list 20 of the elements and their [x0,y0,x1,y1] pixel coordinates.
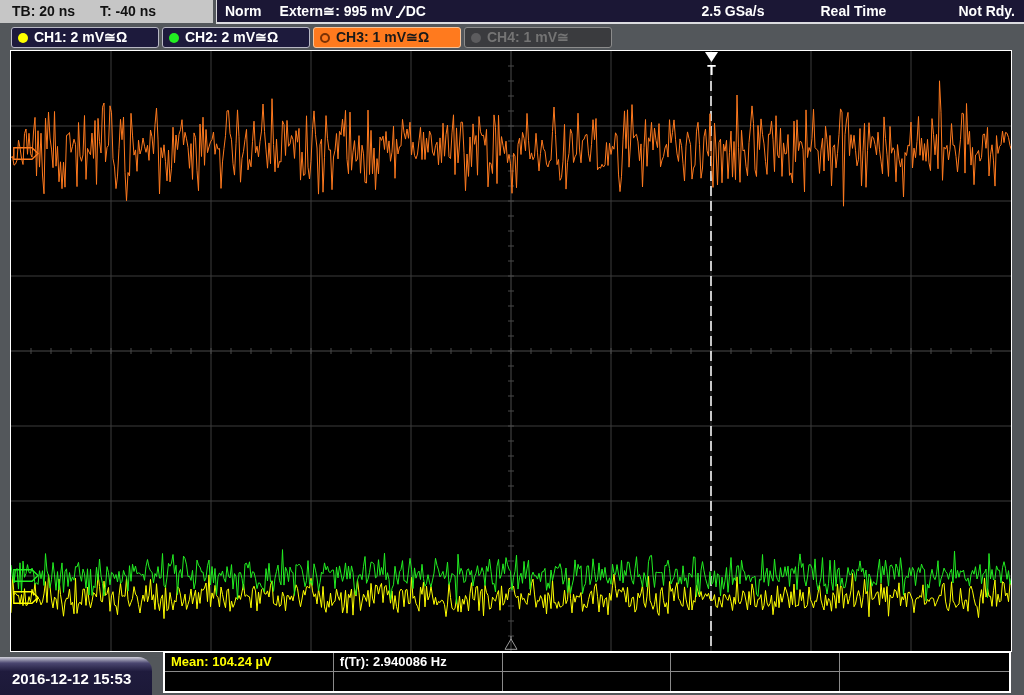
acquisition-mode-label: Real Time [820,1,888,21]
channel-tab[interactable]: CH3: 1 mV≅Ω [313,27,461,48]
date-time-panel: 2016-12-12 15:53 [0,657,152,695]
trigger-label: T [707,63,716,77]
channel-marker-icon [13,569,39,582]
channel-tab[interactable]: CH2: 2 mV≅Ω [162,27,310,48]
triangle-marker-icon [504,636,518,650]
measurement-value: Mean: 104.24 µV [171,653,272,672]
rising-edge-icon [394,4,406,18]
sample-rate-label: 2.5 GSa/s [701,1,766,21]
trigger-time-label: T: -40 ns [100,2,156,21]
coupling-label: DC [405,1,426,21]
trigger-mode-label: Norm [225,1,262,21]
channel-tab[interactable]: CH1: 2 mV≅Ω [11,27,159,48]
channel-marker-icon [13,147,39,160]
trigger-source-label: Extern≅: 995 mV [279,1,393,21]
measurement-value: f(Tr): 2.940086 Hz [339,653,447,672]
channel-marker-icon [13,591,39,604]
timebase-label: TB: 20 ns [12,2,76,21]
status-label: Not Rdy. [958,1,1015,21]
